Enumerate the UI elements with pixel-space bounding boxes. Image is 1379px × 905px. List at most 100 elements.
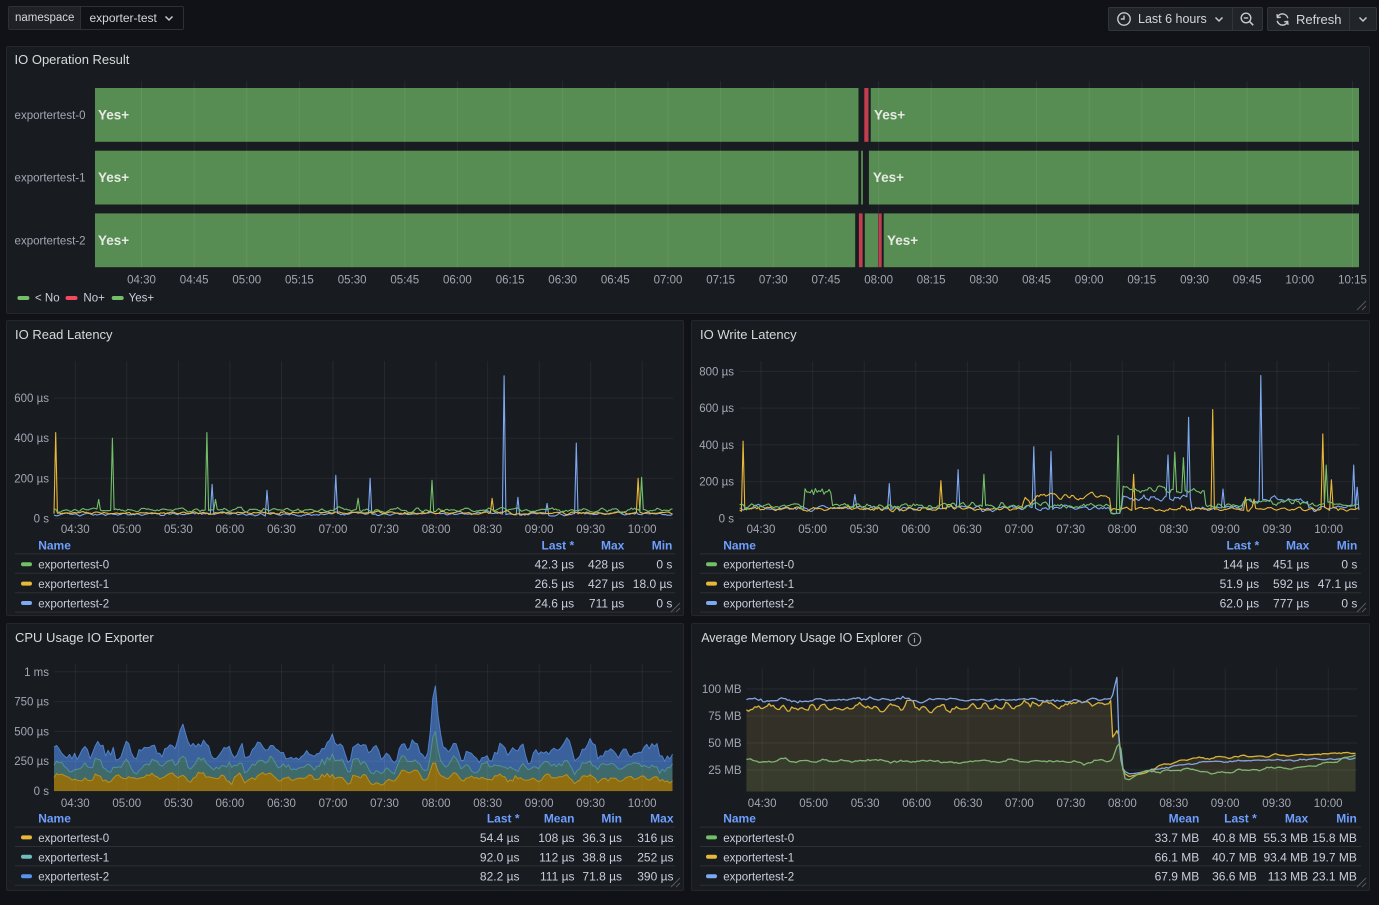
svg-text:05:00: 05:00 (799, 798, 828, 810)
svg-text:08:15: 08:15 (917, 275, 946, 287)
svg-text:47.1 µs: 47.1 µs (1318, 577, 1358, 591)
svg-text:07:30: 07:30 (1057, 798, 1086, 810)
svg-text:CPU Usage IO Exporter: CPU Usage IO Exporter (15, 630, 154, 645)
svg-text:Name: Name (38, 812, 71, 826)
svg-text:exportertest-1: exportertest-1 (723, 852, 794, 864)
svg-text:05:00: 05:00 (112, 798, 141, 810)
svg-text:08:00: 08:00 (1108, 524, 1137, 536)
svg-text:Last *: Last * (487, 812, 520, 826)
svg-text:54.4 µs: 54.4 µs (480, 831, 520, 845)
svg-text:750 µs: 750 µs (14, 697, 49, 709)
svg-text:10:00: 10:00 (1314, 524, 1343, 536)
svg-text:111 µs: 111 µs (540, 870, 575, 884)
svg-text:08:30: 08:30 (1159, 798, 1188, 810)
svg-text:0 s: 0 s (656, 558, 672, 572)
svg-text:10:00: 10:00 (628, 798, 657, 810)
svg-text:06:00: 06:00 (443, 275, 472, 287)
svg-text:05:00: 05:00 (232, 275, 261, 287)
svg-text:Min: Min (652, 538, 673, 552)
svg-text:09:00: 09:00 (1075, 275, 1104, 287)
svg-text:08:30: 08:30 (473, 524, 502, 536)
svg-text:18.0 µs: 18.0 µs (633, 577, 673, 591)
svg-text:92.0 µs: 92.0 µs (480, 850, 520, 864)
svg-text:Max: Max (1286, 538, 1310, 552)
svg-text:23.1 MB: 23.1 MB (1312, 870, 1357, 884)
svg-text:09:15: 09:15 (1127, 275, 1156, 287)
svg-text:36.6 MB: 36.6 MB (1212, 870, 1257, 884)
svg-text:06:30: 06:30 (267, 798, 296, 810)
svg-text:07:00: 07:00 (319, 524, 348, 536)
svg-text:Max: Max (650, 812, 674, 826)
svg-text:06:00: 06:00 (216, 524, 245, 536)
svg-text:exportertest-0: exportertest-0 (723, 560, 794, 572)
svg-text:exportertest-1: exportertest-1 (38, 579, 109, 591)
svg-text:Yes+: Yes+ (98, 170, 129, 185)
svg-text:600 µs: 600 µs (699, 403, 734, 415)
svg-text:62.0 µs: 62.0 µs (1220, 597, 1260, 611)
svg-text:451 µs: 451 µs (1273, 558, 1309, 572)
svg-text:exportertest-0: exportertest-0 (15, 110, 86, 122)
svg-text:07:30: 07:30 (370, 798, 399, 810)
svg-text:08:00: 08:00 (1108, 798, 1137, 810)
svg-text:04:30: 04:30 (61, 798, 90, 810)
svg-text:Last *: Last * (1227, 538, 1260, 552)
svg-text:exportertest-0: exportertest-0 (38, 833, 109, 845)
svg-text:Max: Max (1285, 812, 1309, 826)
svg-text:390 µs: 390 µs (637, 870, 673, 884)
svg-text:Name: Name (723, 812, 756, 826)
svg-text:09:30: 09:30 (576, 798, 605, 810)
svg-text:exportertest-2: exportertest-2 (38, 599, 109, 611)
svg-text:0 s: 0 s (656, 597, 672, 611)
svg-text:Yes+: Yes+ (873, 170, 904, 185)
svg-text:82.2 µs: 82.2 µs (480, 870, 520, 884)
svg-text:exportertest-0: exportertest-0 (38, 560, 109, 572)
svg-text:07:30: 07:30 (759, 275, 788, 287)
svg-text:exportertest-2: exportertest-2 (15, 235, 86, 247)
svg-text:Average Memory Usage IO Explor: Average Memory Usage IO Explorer (701, 631, 902, 645)
svg-text:10:15: 10:15 (1338, 275, 1367, 287)
svg-text:Max: Max (601, 538, 625, 552)
svg-text:06:30: 06:30 (267, 524, 296, 536)
svg-text:Yes+: Yes+ (98, 107, 129, 122)
svg-text:100 MB: 100 MB (702, 684, 742, 696)
svg-text:40.8 MB: 40.8 MB (1212, 831, 1257, 845)
svg-text:exportertest-1: exportertest-1 (38, 852, 109, 864)
svg-text:Min: Min (1336, 812, 1357, 826)
svg-text:0 s: 0 s (34, 786, 50, 798)
svg-text:exportertest-1: exportertest-1 (15, 173, 86, 185)
svg-text:Name: Name (38, 538, 71, 552)
svg-text:05:15: 05:15 (285, 275, 314, 287)
svg-text:05:45: 05:45 (390, 275, 419, 287)
svg-text:08:00: 08:00 (864, 275, 893, 287)
svg-text:600 µs: 600 µs (14, 393, 49, 405)
svg-text:500 µs: 500 µs (14, 726, 49, 738)
svg-text:427 µs: 427 µs (588, 577, 624, 591)
svg-text:711 µs: 711 µs (589, 597, 624, 611)
svg-text:10:00: 10:00 (628, 524, 657, 536)
svg-text:1 ms: 1 ms (24, 667, 49, 679)
svg-text:05:00: 05:00 (112, 524, 141, 536)
svg-text:IO Read Latency: IO Read Latency (15, 327, 113, 342)
svg-text:10:00: 10:00 (1285, 275, 1314, 287)
svg-text:33.7 MB: 33.7 MB (1155, 831, 1200, 845)
svg-text:75 MB: 75 MB (708, 711, 742, 723)
svg-text:Last *: Last * (1224, 812, 1257, 826)
svg-text:0 s: 0 s (1341, 558, 1357, 572)
svg-text:200 µs: 200 µs (699, 477, 734, 489)
svg-text:06:30: 06:30 (954, 798, 983, 810)
svg-text:05:00: 05:00 (798, 524, 827, 536)
svg-text:07:45: 07:45 (812, 275, 841, 287)
svg-text:IO Write Latency: IO Write Latency (700, 327, 797, 342)
svg-text:112 µs: 112 µs (539, 850, 574, 864)
svg-text:09:45: 09:45 (1233, 275, 1262, 287)
svg-text:07:30: 07:30 (1056, 524, 1085, 536)
svg-text:09:00: 09:00 (1211, 524, 1240, 536)
svg-text:exportertest-2: exportertest-2 (723, 599, 794, 611)
svg-text:04:30: 04:30 (747, 524, 776, 536)
svg-text:26.5 µs: 26.5 µs (535, 577, 575, 591)
svg-text:09:30: 09:30 (1263, 524, 1292, 536)
svg-text:07:30: 07:30 (370, 524, 399, 536)
svg-text:66.1 MB: 66.1 MB (1155, 850, 1200, 864)
svg-text:exportertest-0: exportertest-0 (723, 833, 794, 845)
svg-text:08:30: 08:30 (473, 798, 502, 810)
